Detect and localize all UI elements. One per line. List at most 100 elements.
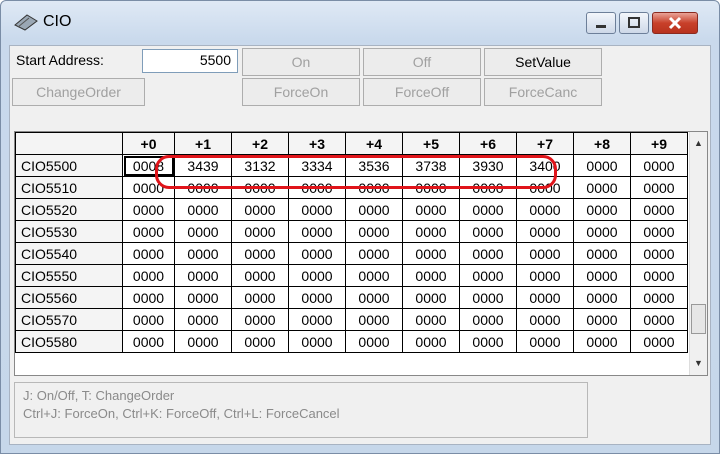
memory-cell[interactable]: 0000 (459, 198, 517, 221)
memory-cell[interactable]: 0000 (630, 154, 688, 177)
close-icon (668, 16, 682, 30)
memory-cell[interactable]: 0000 (630, 242, 688, 265)
memory-cell[interactable]: 0000 (573, 220, 631, 243)
memory-cell[interactable]: 0000 (122, 198, 175, 221)
memory-cell[interactable]: 0000 (630, 330, 688, 353)
memory-cell[interactable]: 0000 (516, 198, 574, 221)
shortcut-hint-box: J: On/Off, T: ChangeOrder Ctrl+J: ForceO… (14, 382, 588, 438)
scroll-up-icon[interactable]: ▲ (694, 138, 703, 148)
forceoff-button[interactable]: ForceOff (363, 78, 481, 106)
memory-cell[interactable]: 0000 (288, 242, 346, 265)
setvalue-button[interactable]: SetValue (484, 48, 602, 76)
title-bar[interactable]: CIO (1, 1, 719, 45)
memory-cell[interactable]: 0000 (459, 242, 517, 265)
memory-cell[interactable]: 0000 (459, 286, 517, 309)
memory-cell[interactable]: 0000 (459, 308, 517, 331)
memory-cell[interactable]: 0000 (231, 308, 289, 331)
memory-cell[interactable]: 0000 (288, 198, 346, 221)
row-header: CIO5580 (15, 330, 123, 353)
memory-cell[interactable]: 0000 (402, 330, 460, 353)
memory-cell[interactable]: 0000 (573, 286, 631, 309)
memory-cell[interactable]: 0000 (573, 176, 631, 199)
memory-cell[interactable]: 0000 (345, 264, 403, 287)
row-header: CIO5510 (15, 176, 123, 199)
memory-cell[interactable]: 0000 (122, 264, 175, 287)
memory-cell[interactable]: 0000 (459, 220, 517, 243)
memory-cell[interactable]: 0000 (630, 198, 688, 221)
memory-cell[interactable]: 0000 (516, 264, 574, 287)
memory-cell[interactable]: 0000 (174, 286, 232, 309)
row-header: CIO5550 (15, 264, 123, 287)
memory-cell[interactable]: 0000 (231, 264, 289, 287)
changeorder-button[interactable]: ChangeOrder (12, 78, 145, 106)
memory-cell[interactable]: 0000 (402, 286, 460, 309)
memory-cell[interactable]: 0000 (573, 264, 631, 287)
memory-cell[interactable]: 0000 (174, 330, 232, 353)
memory-cell[interactable]: 0000 (402, 308, 460, 331)
memory-cell[interactable]: 0000 (345, 330, 403, 353)
memory-cell[interactable]: 0000 (459, 330, 517, 353)
memory-cell[interactable]: 0000 (122, 286, 175, 309)
memory-cell[interactable]: 0000 (573, 198, 631, 221)
memory-cell[interactable]: 0000 (231, 220, 289, 243)
forcecanc-button[interactable]: ForceCanc (484, 78, 602, 106)
memory-cell[interactable]: 0000 (516, 330, 574, 353)
memory-cell[interactable]: 0000 (573, 154, 631, 177)
memory-cell[interactable]: 0000 (402, 198, 460, 221)
memory-cell[interactable]: 0000 (402, 242, 460, 265)
memory-cell[interactable]: 0000 (231, 198, 289, 221)
start-address-input[interactable]: 5500 (142, 49, 238, 73)
memory-cell[interactable]: 0000 (630, 286, 688, 309)
scroll-down-icon[interactable]: ▼ (694, 358, 703, 368)
memory-cell[interactable]: 0000 (174, 308, 232, 331)
scroll-thumb[interactable] (691, 304, 706, 334)
memory-cell[interactable]: 0000 (516, 220, 574, 243)
memory-cell[interactable]: 0000 (174, 198, 232, 221)
memory-cell[interactable]: 0000 (630, 220, 688, 243)
memory-cell[interactable]: 0000 (630, 308, 688, 331)
minimize-icon (596, 25, 606, 28)
memory-cell[interactable]: 0000 (459, 264, 517, 287)
table-row: CIO5530 0000 0000 0000 0000 0000 0000 0000 0000 0… (15, 220, 688, 243)
off-button[interactable]: Off (363, 48, 481, 76)
memory-cell[interactable]: 0000 (402, 220, 460, 243)
memory-cell[interactable]: 0000 (345, 220, 403, 243)
memory-cell[interactable]: 0000 (288, 330, 346, 353)
close-button[interactable] (652, 12, 698, 34)
memory-cell[interactable]: 0000 (122, 242, 175, 265)
memory-cell[interactable]: 0000 (573, 242, 631, 265)
memory-cell[interactable]: 0000 (231, 330, 289, 353)
minimize-button[interactable] (586, 12, 616, 34)
column-header: +0 (122, 132, 175, 155)
memory-cell[interactable]: 0000 (231, 242, 289, 265)
memory-cell[interactable]: 0000 (174, 264, 232, 287)
memory-cell[interactable]: 0000 (630, 264, 688, 287)
memory-cell[interactable]: 0000 (345, 286, 403, 309)
memory-cell[interactable]: 0000 (288, 286, 346, 309)
memory-cell[interactable]: 0000 (345, 308, 403, 331)
memory-cell[interactable]: 0000 (345, 242, 403, 265)
memory-cell[interactable]: 0000 (174, 220, 232, 243)
memory-cell[interactable]: 0000 (174, 242, 232, 265)
memory-cell[interactable]: 0000 (231, 286, 289, 309)
memory-cell[interactable]: 0000 (516, 308, 574, 331)
memory-cell[interactable]: 0000 (122, 330, 175, 353)
column-header: +9 (630, 132, 688, 155)
memory-cell[interactable]: 0000 (573, 330, 631, 353)
memory-cell[interactable]: 0000 (288, 264, 346, 287)
on-button[interactable]: On (242, 48, 360, 76)
memory-cell[interactable]: 0000 (288, 220, 346, 243)
table-row: CIO5540 0000 0000 0000 0000 0000 0000 0000 0000 0… (15, 242, 688, 265)
memory-cell[interactable]: 0000 (122, 308, 175, 331)
memory-cell[interactable]: 0000 (516, 286, 574, 309)
forceon-button[interactable]: ForceOn (242, 78, 360, 106)
maximize-button[interactable] (619, 12, 649, 34)
memory-cell[interactable]: 0000 (345, 198, 403, 221)
vertical-scrollbar[interactable]: ▲ ▼ (689, 132, 707, 375)
memory-cell[interactable]: 0000 (573, 308, 631, 331)
memory-cell[interactable]: 0000 (402, 264, 460, 287)
memory-cell[interactable]: 0000 (122, 220, 175, 243)
memory-cell[interactable]: 0000 (516, 242, 574, 265)
memory-cell[interactable]: 0000 (288, 308, 346, 331)
memory-cell[interactable]: 0000 (630, 176, 688, 199)
